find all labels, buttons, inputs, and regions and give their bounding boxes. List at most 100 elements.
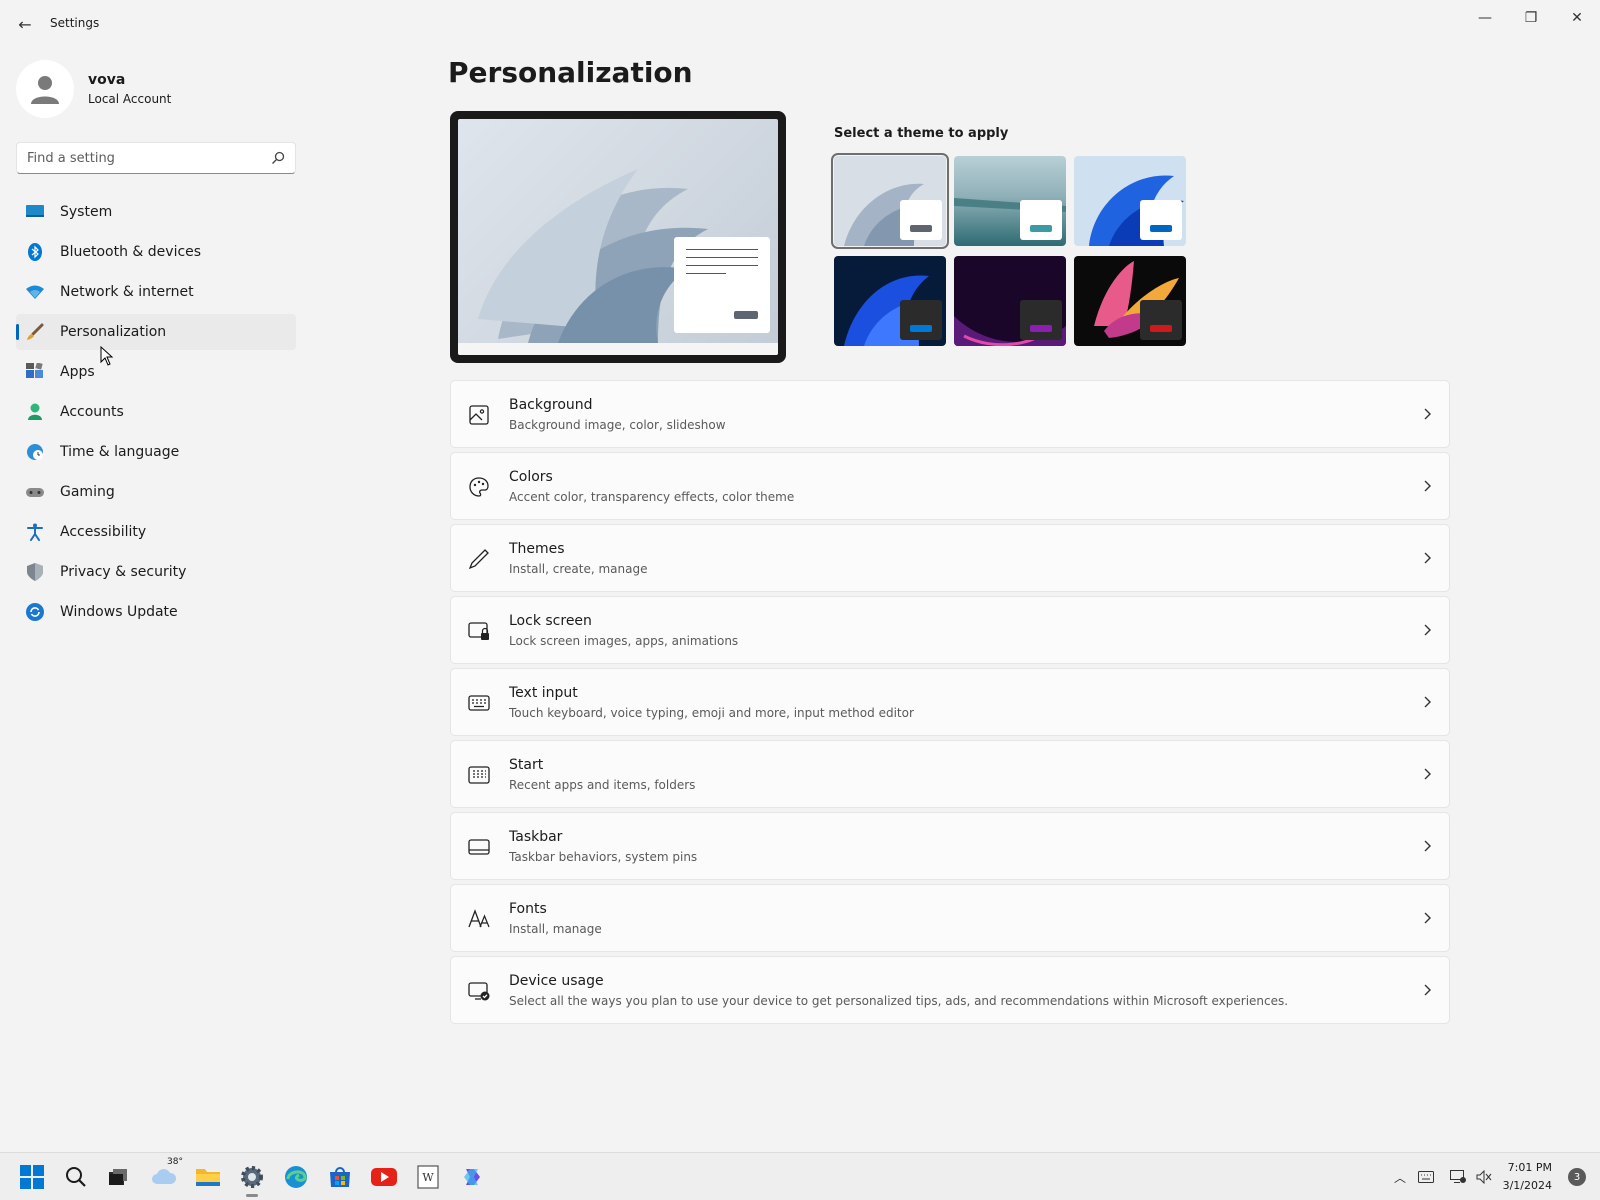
theme-tile-flow[interactable] — [1074, 256, 1186, 346]
restore-icon: ❐ — [1524, 10, 1538, 26]
chevron-right-icon — [1424, 840, 1431, 852]
close-button[interactable]: ✕ — [1554, 4, 1600, 32]
preview-window — [674, 237, 770, 333]
cloud-icon — [152, 1169, 177, 1184]
youtube-button[interactable] — [370, 1163, 398, 1191]
youtube-icon — [371, 1168, 397, 1186]
sidebar-nav: System Bluetooth & devices Network & int… — [16, 194, 296, 634]
sidebar-item-accounts[interactable]: Accounts — [16, 394, 296, 430]
task-view-icon — [109, 1169, 127, 1185]
taskbar-search-button[interactable] — [62, 1163, 90, 1191]
speaker-muted-icon — [1476, 1170, 1492, 1184]
setting-text-input[interactable]: Text input Touch keyboard, voice typing,… — [450, 668, 1450, 736]
chevron-right-icon — [1424, 552, 1431, 564]
edge-button[interactable] — [282, 1163, 310, 1191]
chevron-right-icon — [1424, 480, 1431, 492]
sidebar-item-gaming[interactable]: Gaming — [16, 474, 296, 510]
notification-badge[interactable]: 3 — [1568, 1168, 1586, 1186]
copilot-icon — [464, 1169, 480, 1185]
chevron-right-icon — [1424, 912, 1431, 924]
apps-icon — [26, 363, 43, 378]
user-silhouette-icon — [31, 76, 59, 104]
minimize-button[interactable]: — — [1462, 4, 1508, 32]
clock-time[interactable]: 7:01 PM — [1508, 1161, 1552, 1174]
file-explorer-button[interactable] — [194, 1163, 222, 1191]
volume-tray-button[interactable] — [1476, 1169, 1492, 1185]
avatar — [16, 60, 74, 118]
settings-app-button[interactable] — [238, 1163, 266, 1197]
setting-description: Background image, color, slideshow — [509, 418, 726, 432]
search-input[interactable] — [25, 147, 265, 169]
sidebar-item-accessibility[interactable]: Accessibility — [16, 514, 296, 550]
chevron-right-icon — [1424, 696, 1431, 708]
sidebar-item-privacy[interactable]: Privacy & security — [16, 554, 296, 590]
search-box[interactable] — [16, 142, 296, 174]
store-button[interactable] — [326, 1163, 354, 1191]
setting-start[interactable]: Start Recent apps and items, folders — [450, 740, 1450, 808]
search-icon[interactable] — [271, 151, 285, 165]
back-button[interactable]: ← — [12, 12, 38, 36]
setting-taskbar[interactable]: Taskbar Taskbar behaviors, system pins — [450, 812, 1450, 880]
user-profile[interactable]: vova Local Account — [16, 60, 306, 120]
settings-list: Background Background image, color, slid… — [450, 380, 1450, 1028]
keyboard-tray-button[interactable] — [1418, 1169, 1434, 1185]
sidebar-item-label: Time & language — [60, 444, 180, 460]
sidebar-item-label: Accounts — [60, 404, 124, 420]
search-icon — [66, 1167, 86, 1187]
theme-tile-captured-motion[interactable] — [954, 256, 1066, 346]
setting-fonts[interactable]: Fonts Install, manage — [450, 884, 1450, 952]
brush-icon — [27, 323, 44, 340]
theme-accent-swatch — [1150, 225, 1172, 232]
controller-icon — [26, 488, 44, 497]
setting-device-usage[interactable]: Device usage Select all the ways you pla… — [450, 956, 1450, 1024]
setting-lock-screen[interactable]: Lock screen Lock screen images, apps, an… — [450, 596, 1450, 664]
copilot-button[interactable] — [458, 1163, 486, 1191]
sidebar-item-apps[interactable]: Apps — [16, 354, 296, 390]
keyboard-icon — [1418, 1171, 1434, 1183]
network-monitor-icon — [1450, 1170, 1466, 1183]
chevron-right-icon — [1424, 768, 1431, 780]
taskbar-icon — [468, 839, 490, 855]
clock-date[interactable]: 3/1/2024 — [1503, 1179, 1552, 1192]
theme-tile-glow[interactable] — [954, 156, 1066, 246]
preview-taskbar — [458, 343, 778, 355]
setting-title: Start — [509, 757, 544, 773]
store-icon — [330, 1167, 350, 1187]
sidebar-item-windows-update[interactable]: Windows Update — [16, 594, 296, 630]
theme-tile-windows-light[interactable] — [831, 153, 949, 249]
task-view-button[interactable] — [104, 1163, 132, 1191]
monitor-icon — [26, 205, 44, 217]
sidebar-item-label: Network & internet — [60, 284, 194, 300]
maximize-button[interactable]: ❐ — [1508, 4, 1554, 32]
weather-temperature: 38° — [167, 1157, 183, 1167]
sidebar-item-system[interactable]: System — [16, 194, 296, 230]
setting-description: Lock screen images, apps, animations — [509, 634, 739, 648]
theme-prompt: Select a theme to apply — [834, 126, 1009, 141]
sidebar-item-network[interactable]: Network & internet — [16, 274, 296, 310]
network-tray-button[interactable] — [1450, 1169, 1466, 1185]
sidebar-item-personalization[interactable]: Personalization — [16, 314, 296, 350]
windows-logo-icon — [20, 1165, 44, 1189]
setting-colors[interactable]: Colors Accent color, transparency effect… — [450, 452, 1450, 520]
sidebar-item-label: Bluetooth & devices — [60, 244, 202, 260]
theme-grid — [831, 153, 1194, 348]
theme-tile-windows-blue-light[interactable] — [1074, 156, 1186, 246]
user-name: vova — [88, 72, 126, 88]
setting-description: Taskbar behaviors, system pins — [509, 850, 698, 864]
folder-icon — [196, 1169, 220, 1186]
sidebar-item-bluetooth[interactable]: Bluetooth & devices — [16, 234, 296, 270]
palette-icon — [469, 477, 489, 497]
setting-description: Install, manage — [509, 922, 602, 936]
setting-description: Accent color, transparency effects, colo… — [509, 490, 795, 504]
show-hidden-icons-button[interactable]: ︿ — [1392, 1169, 1408, 1185]
setting-background[interactable]: Background Background image, color, slid… — [450, 380, 1450, 448]
start-button[interactable] — [18, 1163, 46, 1191]
sidebar-item-time-language[interactable]: Time & language — [16, 434, 296, 470]
setting-themes[interactable]: Themes Install, create, manage — [450, 524, 1450, 592]
weather-widget[interactable] — [150, 1163, 178, 1191]
theme-preview-card — [1020, 200, 1062, 240]
accessibility-icon — [27, 523, 43, 541]
wordpad-button[interactable]: W — [414, 1163, 442, 1191]
theme-tile-windows-dark[interactable] — [834, 256, 946, 346]
sidebar-item-label: Privacy & security — [60, 564, 187, 580]
